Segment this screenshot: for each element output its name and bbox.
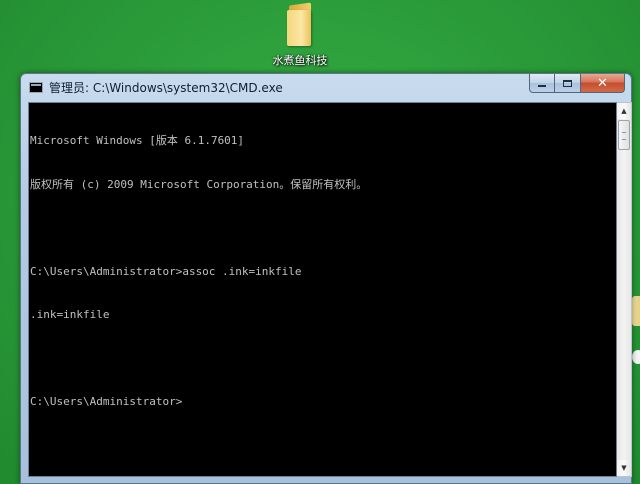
console-text: Microsoft Windows [版本 6.1.7601] 版权所有 (c)…	[29, 103, 616, 439]
arrow-down-icon: ▼	[621, 464, 627, 472]
window-title: 管理员: C:\Windows\system32\CMD.exe	[49, 81, 283, 95]
console-output[interactable]: Microsoft Windows [版本 6.1.7601] 版权所有 (c)…	[28, 102, 617, 477]
console-line: C:\Users\Administrator>assoc .ink=inkfil…	[30, 264, 302, 278]
scroll-up-button[interactable]: ▲	[617, 103, 631, 119]
arrow-up-icon: ▲	[621, 107, 627, 115]
maximize-button[interactable]	[555, 74, 581, 93]
close-icon: ✕	[597, 75, 608, 91]
minimize-icon	[538, 85, 546, 87]
desktop-shortcut[interactable]: 水煮鱼科技	[264, 2, 336, 68]
maximize-icon	[563, 79, 572, 87]
console-line: 版权所有 (c) 2009 Microsoft Corporation。保留所有…	[30, 177, 368, 191]
console-line: .ink=inkfile	[30, 308, 110, 321]
console-prompt-line: C:\Users\Administrator>	[30, 395, 183, 408]
title-bar[interactable]: 管理员: C:\Windows\system32\CMD.exe ✕	[21, 74, 631, 101]
minimize-button[interactable]	[529, 74, 555, 93]
folder-icon[interactable]	[285, 2, 315, 46]
desktop-shortcut-label: 水煮鱼科技	[272, 54, 328, 67]
desktop: 水煮鱼科技 管理员: C:\Windows\system32\CMD.exe ✕…	[0, 0, 640, 484]
console-line: Microsoft Windows [版本 6.1.7601]	[30, 134, 245, 147]
scrollbar-thumb[interactable]	[618, 120, 630, 150]
vertical-scrollbar[interactable]: ▲ ▼	[617, 102, 632, 477]
close-button[interactable]: ✕	[581, 74, 625, 93]
scroll-down-button[interactable]: ▼	[617, 460, 631, 476]
cmd-app-icon[interactable]	[29, 82, 43, 93]
cmd-window[interactable]: 管理员: C:\Windows\system32\CMD.exe ✕ Micro…	[20, 73, 632, 484]
partial-desktop-icon[interactable]	[632, 296, 640, 326]
partial-desktop-icon-2[interactable]	[632, 350, 640, 364]
window-controls: ✕	[529, 74, 625, 93]
